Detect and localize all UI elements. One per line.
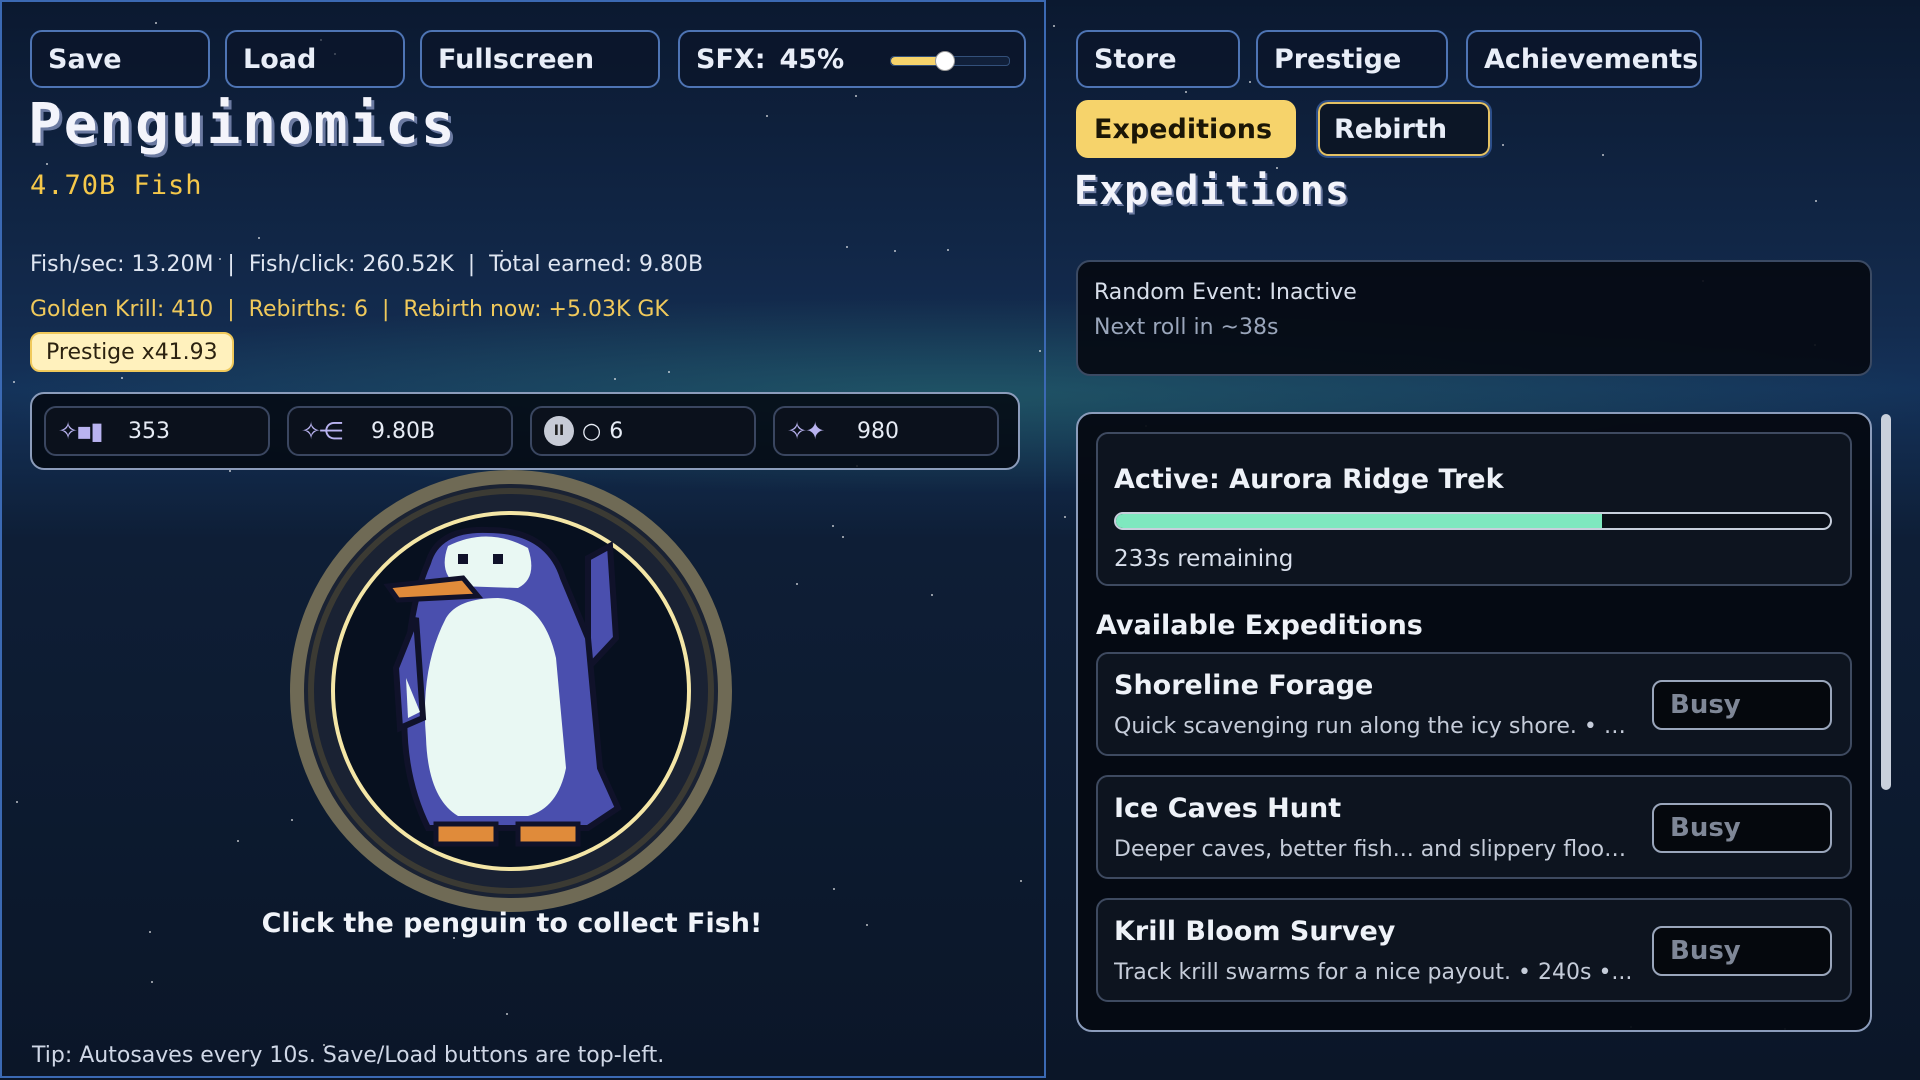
sfx-value: 45% bbox=[779, 43, 845, 75]
collect-instruction: Click the penguin to collect Fish! bbox=[261, 908, 763, 939]
star bbox=[1502, 144, 1504, 146]
penguin-click-target[interactable] bbox=[288, 468, 734, 914]
event-status: Random Event: Inactive bbox=[1094, 280, 1357, 305]
scrollbar-thumb[interactable] bbox=[1881, 414, 1891, 790]
expedition-progress-bar bbox=[1114, 512, 1832, 530]
tab-expeditions[interactable]: Expeditions bbox=[1076, 100, 1296, 158]
expeditions-scrollbar[interactable] bbox=[1878, 412, 1894, 1032]
star bbox=[1064, 516, 1066, 518]
sfx-slider[interactable] bbox=[890, 51, 1010, 71]
star bbox=[1249, 81, 1251, 83]
expedition-description: Track krill swarms for a nice payout. • … bbox=[1114, 960, 1633, 985]
krill-sparkle-icon: ✧✦ bbox=[787, 417, 825, 445]
expedition-name: Ice Caves Hunt bbox=[1114, 793, 1342, 824]
sfx-label: SFX: bbox=[696, 43, 766, 75]
tab-rebirth[interactable]: Rebirth bbox=[1316, 100, 1492, 158]
prestige-multiplier-badge: Prestige x41.93 bbox=[30, 332, 234, 372]
expedition-busy-button[interactable]: Busy bbox=[1652, 680, 1832, 730]
expedition-name: Krill Bloom Survey bbox=[1114, 916, 1396, 947]
event-next-roll: Next roll in ~38s bbox=[1094, 315, 1279, 340]
panel-title: Expeditions bbox=[1074, 168, 1350, 214]
expedition-card: Krill Bloom Survey Track krill swarms fo… bbox=[1096, 898, 1852, 1002]
counter-value: 353 bbox=[128, 418, 170, 444]
krill-bars-icon: ✧▪▮ bbox=[58, 417, 104, 445]
rebirth-icon: ○ bbox=[582, 418, 602, 444]
expedition-busy-button[interactable]: Busy bbox=[1652, 926, 1832, 976]
expedition-busy-button[interactable]: Busy bbox=[1652, 803, 1832, 853]
counter-value: 9.80B bbox=[371, 418, 436, 444]
fish-total: 4.70B Fish bbox=[30, 170, 203, 201]
active-expedition-card: Active: Aurora Ridge Trek 233s remaining bbox=[1096, 432, 1852, 586]
star bbox=[1602, 154, 1604, 156]
active-expedition-remaining: 233s remaining bbox=[1114, 546, 1294, 572]
pause-icon[interactable]: II bbox=[544, 416, 574, 446]
star bbox=[1185, 91, 1187, 93]
krill-fish-icon: ✧⋲ bbox=[301, 417, 343, 445]
counter-chip: ✧⋲ 9.80B bbox=[287, 406, 513, 456]
star bbox=[1053, 25, 1055, 27]
expedition-description: Quick scavenging run along the icy shore… bbox=[1114, 714, 1634, 739]
available-expeditions-heading: Available Expeditions bbox=[1096, 610, 1423, 641]
tab-store[interactable]: Store bbox=[1076, 30, 1240, 88]
active-expedition-name: Active: Aurora Ridge Trek bbox=[1114, 464, 1504, 495]
random-event-box: Random Event: Inactive Next roll in ~38s bbox=[1076, 260, 1872, 376]
expedition-name: Shoreline Forage bbox=[1114, 670, 1374, 701]
tab-achievements[interactable]: Achievements bbox=[1466, 30, 1702, 88]
resource-counter-bar: ✧▪▮ 353 ✧⋲ 9.80B II ○ 6 ✧✦ 980 bbox=[30, 392, 1020, 470]
expeditions-list-box: Active: Aurora Ridge Trek 233s remaining… bbox=[1076, 412, 1872, 1032]
tab-prestige[interactable]: Prestige bbox=[1256, 30, 1448, 88]
sfx-slider-knob[interactable] bbox=[935, 51, 956, 71]
counter-value: 6 bbox=[609, 418, 624, 444]
star bbox=[1815, 200, 1817, 202]
penguin-icon bbox=[290, 470, 732, 912]
load-button[interactable]: Load bbox=[225, 30, 405, 88]
save-button[interactable]: Save bbox=[30, 30, 210, 88]
counter-chip: II ○ 6 bbox=[530, 406, 756, 456]
sfx-control: SFX: 45% bbox=[678, 30, 1026, 88]
expedition-description: Deeper caves, better fish... and slipper… bbox=[1114, 837, 1634, 862]
stats-line-primary: Fish/sec: 13.20M | Fish/click: 260.52K |… bbox=[30, 252, 704, 277]
stats-line-krill: Golden Krill: 410 | Rebirths: 6 | Rebirt… bbox=[30, 297, 669, 322]
autosave-tip: Tip: Autosaves every 10s. Save/Load butt… bbox=[32, 1043, 665, 1068]
counter-chip: ✧✦ 980 bbox=[773, 406, 999, 456]
expedition-card: Shoreline Forage Quick scavenging run al… bbox=[1096, 652, 1852, 756]
expedition-progress-fill bbox=[1116, 514, 1602, 528]
counter-value: 980 bbox=[857, 418, 899, 444]
expedition-card: Ice Caves Hunt Deeper caves, better fish… bbox=[1096, 775, 1852, 879]
game-title: Penguinomics bbox=[28, 92, 457, 157]
counter-chip: ✧▪▮ 353 bbox=[44, 406, 270, 456]
fullscreen-button[interactable]: Fullscreen bbox=[420, 30, 660, 88]
